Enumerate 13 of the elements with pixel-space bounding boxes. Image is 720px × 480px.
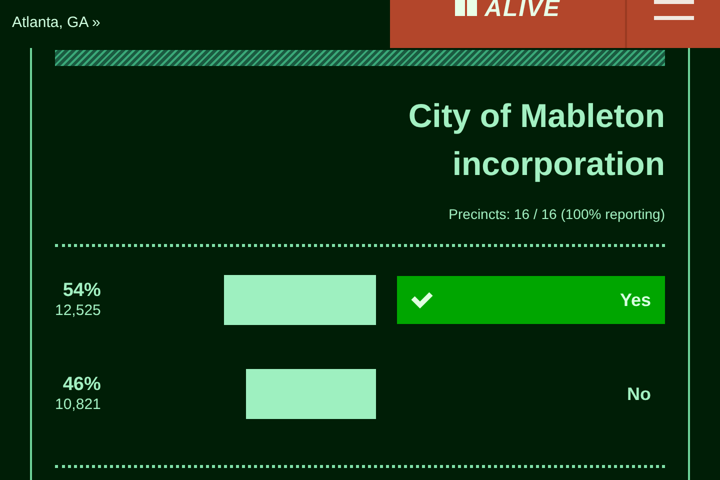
menu-icon (654, 0, 694, 22)
location-link[interactable]: Atlanta, GA » (0, 0, 100, 48)
option-name: Yes (620, 290, 651, 310)
votes-text: 12,525 (55, 302, 101, 320)
votes-text: 10,821 (55, 396, 101, 414)
precincts-text: Precincts: 16 / 16 (100% reporting) (448, 206, 665, 222)
logo-mark-icon (454, 0, 479, 16)
percent-text: 54% (62, 280, 101, 302)
percent-text: 46% (62, 374, 101, 396)
menu-button[interactable] (625, 0, 720, 48)
check-icon (411, 291, 434, 309)
option-name: No (627, 384, 651, 404)
race-title: City of Mableton incorporation (407, 96, 665, 184)
